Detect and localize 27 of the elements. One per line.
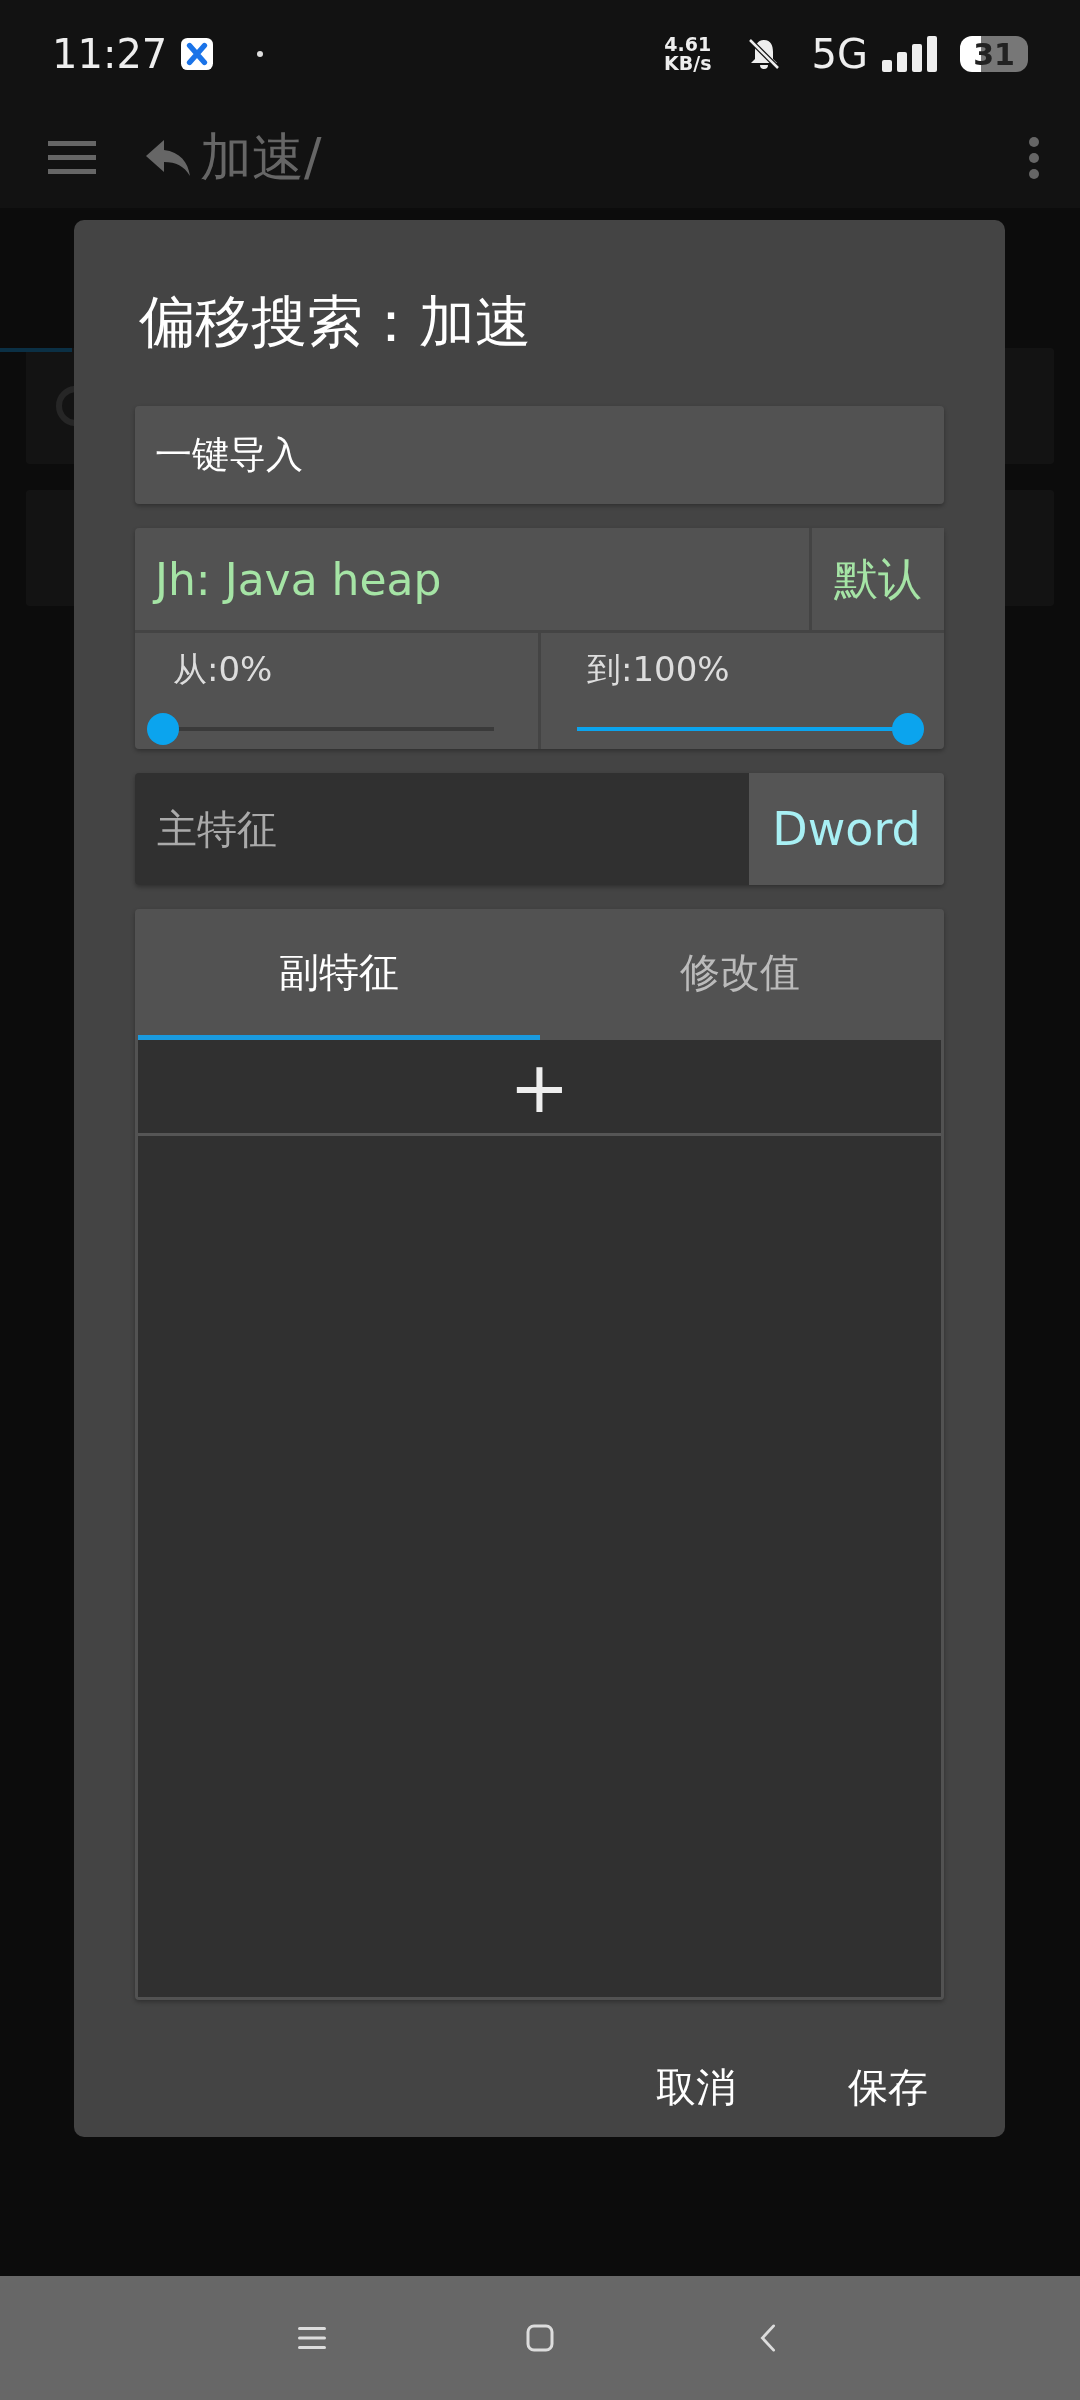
dialog-title: 偏移搜索：加速 — [139, 288, 532, 356]
menu-icon[interactable] — [48, 141, 96, 175]
range-label: 从:0% — [173, 648, 274, 691]
range-label: 到:100% — [587, 648, 731, 691]
app-notification-icon — [181, 38, 214, 70]
folder-path: 加速/ — [200, 126, 322, 189]
type-button[interactable]: Dword — [749, 773, 944, 885]
menu-icon[interactable] — [298, 2324, 326, 2352]
home-icon[interactable] — [526, 2324, 554, 2352]
back-arrow-icon[interactable] — [144, 138, 192, 178]
tab-indicator — [0, 348, 72, 352]
default-button[interactable]: 默认 — [812, 528, 944, 630]
network-speed: 4.61 — [664, 35, 712, 54]
import-button[interactable]: 一键导入 — [135, 406, 944, 504]
slider-thumb[interactable] — [147, 713, 179, 745]
slider-thumb[interactable] — [892, 713, 924, 745]
notification-dot-icon — [257, 51, 264, 57]
signal-icon — [882, 36, 938, 72]
dialog-button[interactable]: 保存 — [822, 2040, 954, 2135]
main-feature-field[interactable]: 主特征 — [135, 773, 749, 885]
dialog-button[interactable]: 取消 — [630, 2040, 762, 2135]
clock: 11:27 — [52, 31, 168, 77]
tab[interactable]: 修改值 — [539, 909, 941, 1040]
network-type: 5G — [811, 31, 868, 77]
network-speed-unit: KB/s — [664, 54, 712, 73]
add-button[interactable]: + — [138, 1040, 941, 1136]
more-options-icon[interactable] — [1028, 136, 1040, 180]
